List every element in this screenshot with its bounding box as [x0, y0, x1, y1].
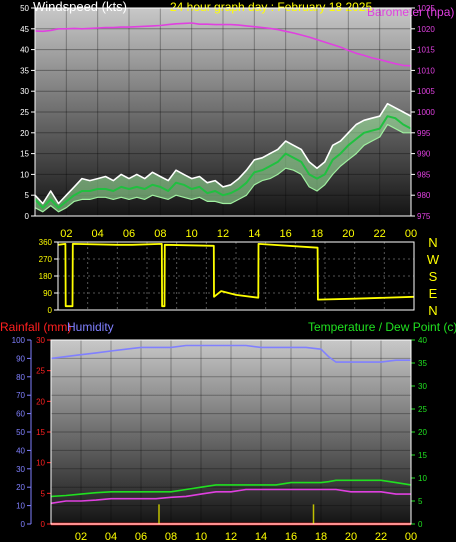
temperature-y-tick-label: 15 [418, 451, 427, 460]
humidity-y-tick-label: 50 [16, 428, 25, 437]
humidity-y-tick-label: 40 [16, 446, 25, 455]
wind-x-tick-label: 06 [123, 228, 135, 240]
climate-x-tick-label: 10 [195, 531, 207, 542]
climate-x-tick-label: 06 [135, 531, 147, 542]
temperature-y-tick-label: 5 [418, 497, 423, 506]
barometer-y-tick-label: 1010 [417, 66, 435, 75]
barometer-y-tick-label: 1005 [417, 87, 435, 96]
wind-y-tick-label: 20 [20, 129, 29, 138]
rainfall-axis-title: Rainfall (mm) [0, 320, 71, 334]
wind-x-tick-label: 04 [92, 228, 104, 240]
rainfall-y-tick-label: 30 [36, 336, 45, 345]
temperature-y-tick-label: 40 [418, 336, 427, 345]
climate-x-tick-label: 18 [315, 531, 327, 542]
direction-y-tick-label: 180 [39, 272, 53, 281]
climate-x-tick-label: 16 [285, 531, 297, 542]
humidity-axis-title: Humidity [67, 320, 114, 334]
compass-label: S [429, 269, 438, 284]
barometer-y-tick-label: 980 [417, 191, 431, 200]
barometer-y-tick-label: 995 [417, 129, 431, 138]
wind-x-tick-label: 12 [217, 228, 229, 240]
wind-y-tick-label: 0 [25, 212, 30, 221]
temperature-y-tick-label: 35 [418, 359, 427, 368]
climate-x-tick-label: 04 [105, 531, 117, 542]
wind-y-tick-label: 5 [25, 191, 30, 200]
climate-x-tick-label: 14 [255, 531, 267, 542]
wind-x-tick-label: 16 [280, 228, 292, 240]
direction-y-tick-label: 360 [39, 238, 53, 247]
rainfall-y-tick-label: 20 [36, 397, 45, 406]
temperature-y-tick-label: 0 [418, 520, 423, 529]
wind-x-tick-label: 20 [342, 228, 354, 240]
humidity-y-tick-label: 60 [16, 410, 25, 419]
barometer-y-tick-label: 990 [417, 150, 431, 159]
barometer-y-tick-label: 1020 [417, 25, 435, 34]
wind-x-tick-label: 00 [405, 228, 417, 240]
chart-title: 24 hour graph day : February 18 2025 [170, 0, 372, 14]
wind-y-tick-label: 45 [20, 25, 29, 34]
wind-y-tick-label: 35 [20, 66, 29, 75]
wind-y-tick-label: 30 [20, 87, 29, 96]
humidity-y-tick-label: 70 [16, 391, 25, 400]
wind-x-tick-label: 08 [154, 228, 166, 240]
temperature-axis-title: Temperature / Dew Point (c) [308, 320, 456, 334]
compass-label: N [428, 303, 437, 318]
wind-x-tick-label: 22 [374, 228, 386, 240]
humidity-y-tick-label: 10 [16, 502, 25, 511]
wind-x-tick-label: 18 [311, 228, 323, 240]
rainfall-y-tick-label: 25 [36, 367, 45, 376]
wind-axis-title: Windspeed (kts) [33, 0, 127, 14]
wind-x-tick-label: 14 [248, 228, 260, 240]
climate-x-tick-label: 12 [225, 531, 237, 542]
rainfall-y-tick-label: 10 [36, 459, 45, 468]
rainfall-y-tick-label: 5 [41, 489, 46, 498]
compass-labels: NWSEN [427, 235, 440, 318]
direction-y-tick-label: 0 [48, 306, 53, 315]
climate-x-tick-label: 02 [75, 531, 87, 542]
rainfall-y-tick-label: 15 [36, 428, 45, 437]
compass-label: W [427, 252, 440, 267]
wind-y-tick-label: 40 [20, 46, 29, 55]
wind-y-tick-label: 25 [20, 108, 29, 117]
climate-x-tick-label: 20 [345, 531, 357, 542]
humidity-y-tick-label: 100 [12, 336, 26, 345]
humidity-y-tick-label: 30 [16, 465, 25, 474]
temperature-y-tick-label: 30 [418, 382, 427, 391]
climate-x-tick-label: 00 [405, 531, 417, 542]
wind-x-tick-label: 02 [60, 228, 72, 240]
temperature-y-tick-label: 25 [418, 405, 427, 414]
climate-x-tick-label: 22 [375, 531, 387, 542]
temperature-y-tick-label: 10 [418, 474, 427, 483]
wind-y-tick-label: 50 [20, 4, 29, 13]
weather-graph: Windspeed (kts) 24 hour graph day : Febr… [0, 0, 456, 542]
barometer-y-tick-label: 1025 [417, 4, 435, 13]
compass-label: E [429, 286, 438, 301]
humidity-y-tick-label: 90 [16, 354, 25, 363]
wind-x-tick-label: 10 [186, 228, 198, 240]
temperature-y-tick-label: 20 [418, 428, 427, 437]
climate-x-tick-label: 08 [165, 531, 177, 542]
barometer-y-tick-label: 975 [417, 212, 431, 221]
humidity-y-tick-label: 20 [16, 483, 25, 492]
direction-y-tick-label: 90 [43, 289, 52, 298]
humidity-y-tick-label: 80 [16, 373, 25, 382]
wind-y-tick-label: 15 [20, 150, 29, 159]
direction-y-tick-label: 270 [39, 255, 53, 264]
wind-y-tick-label: 10 [20, 170, 29, 179]
barometer-y-tick-label: 985 [417, 170, 431, 179]
barometer-y-tick-label: 1015 [417, 46, 435, 55]
rainfall-y-tick-label: 0 [41, 520, 46, 529]
barometer-y-tick-label: 1000 [417, 108, 435, 117]
compass-label: N [428, 235, 437, 250]
humidity-y-tick-label: 0 [21, 520, 26, 529]
